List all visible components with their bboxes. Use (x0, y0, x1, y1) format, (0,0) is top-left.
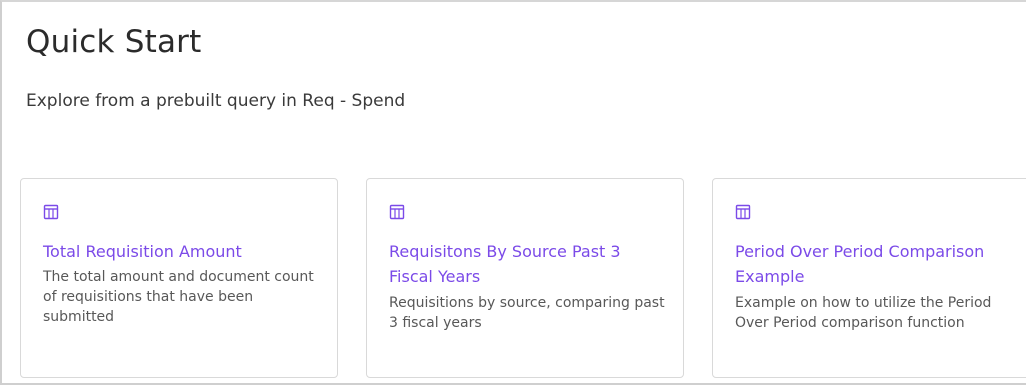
query-card-period-over-period[interactable]: Period Over Period Comparison Example Ex… (712, 178, 1026, 378)
query-card-requisitions-by-source[interactable]: Requisitons By Source Past 3 Fiscal Year… (366, 178, 684, 378)
page-title: Quick Start (26, 24, 202, 60)
query-card-total-requisition-amount[interactable]: Total Requisition Amount The total amoun… (20, 178, 338, 378)
page-subtitle: Explore from a prebuilt query in Req - S… (26, 91, 406, 111)
quick-start-panel: Quick Start Explore from a prebuilt quer… (0, 0, 1026, 385)
query-card-list: Total Requisition Amount The total amoun… (20, 178, 1026, 383)
card-title[interactable]: Total Requisition Amount (43, 239, 323, 264)
card-description: Requisitions by source, comparing past 3… (389, 295, 665, 331)
table-icon (43, 204, 59, 220)
table-icon (389, 204, 405, 220)
card-title[interactable]: Requisitons By Source Past 3 Fiscal Year… (389, 239, 669, 289)
card-description: The total amount and document count of r… (43, 269, 314, 325)
table-icon (735, 204, 751, 220)
card-title[interactable]: Period Over Period Comparison Example (735, 239, 1015, 289)
card-description: Example on how to utilize the Period Ove… (735, 295, 992, 331)
